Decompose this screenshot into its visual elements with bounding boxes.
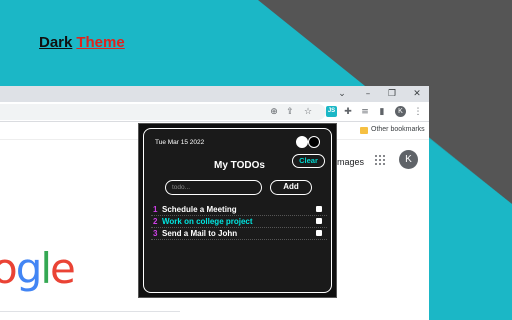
dark-theme-toggle[interactable] [308, 136, 320, 148]
restore-icon[interactable]: ❐ [386, 88, 398, 100]
google-logo: ogle [0, 244, 76, 293]
share-icon[interactable]: ⇪ [284, 106, 296, 118]
browser-toolbar: ⊕ ⇪ ☆ JS ✚ ≡ ▮ K ⋮ [0, 102, 429, 122]
popup-title: My TODOs [214, 160, 265, 171]
hero-title-theme: Theme [76, 34, 125, 51]
add-button[interactable]: Add [270, 180, 312, 195]
todo-input[interactable] [165, 180, 262, 195]
todo-item: 3 Send a Mail to John [151, 228, 327, 240]
todo-number: 3 [153, 229, 158, 238]
todo-list: 1 Schedule a Meeting 2 Work on college p… [151, 204, 327, 240]
todo-item: 1 Schedule a Meeting [151, 204, 327, 216]
date-label: Tue Mar 15 2022 [155, 139, 205, 146]
todo-number: 1 [153, 205, 158, 214]
puzzle-extensions-icon[interactable]: ✚ [342, 106, 354, 118]
clear-button[interactable]: Clear [292, 154, 325, 168]
images-link[interactable]: mages [337, 157, 364, 167]
hero-title: Dark Theme [39, 34, 125, 51]
chevron-down-icon[interactable]: ⌄ [336, 88, 348, 100]
bookmark-star-icon[interactable]: ☆ [302, 106, 314, 118]
todo-extension-icon[interactable]: JS [326, 106, 337, 117]
todo-text: Send a Mail to John [162, 229, 238, 238]
other-bookmarks-link[interactable]: Other bookmarks [371, 126, 425, 133]
zoom-icon[interactable]: ⊕ [268, 106, 280, 118]
todo-popup: Tue Mar 15 2022 My TODOs Clear Add 1 Sch… [138, 123, 337, 298]
hero-title-dark: Dark [39, 34, 73, 51]
todo-checkbox[interactable] [316, 230, 322, 236]
search-box-edge[interactable] [0, 311, 180, 312]
todo-text: Schedule a Meeting [162, 205, 237, 214]
side-panel-icon[interactable]: ▮ [376, 106, 388, 118]
todo-item: 2 Work on college project [151, 216, 327, 228]
menu-dots-icon[interactable]: ⋮ [412, 106, 424, 118]
close-window-icon[interactable]: ✕ [411, 88, 423, 100]
minimize-icon[interactable]: – [362, 88, 374, 100]
todo-checkbox[interactable] [316, 206, 322, 212]
todo-number: 2 [153, 217, 158, 226]
profile-avatar-small[interactable]: K [395, 106, 406, 117]
tab-strip: ⌄ – ❐ ✕ [0, 86, 429, 102]
todo-checkbox[interactable] [316, 218, 322, 224]
profile-avatar[interactable]: K [399, 150, 418, 169]
todo-text: Work on college project [162, 217, 253, 226]
reading-list-icon[interactable]: ≡ [359, 106, 371, 118]
popup-frame: Tue Mar 15 2022 My TODOs Clear Add 1 Sch… [143, 128, 332, 293]
apps-grid-icon[interactable] [375, 155, 385, 165]
folder-icon [360, 127, 368, 134]
light-theme-toggle[interactable] [296, 136, 308, 148]
